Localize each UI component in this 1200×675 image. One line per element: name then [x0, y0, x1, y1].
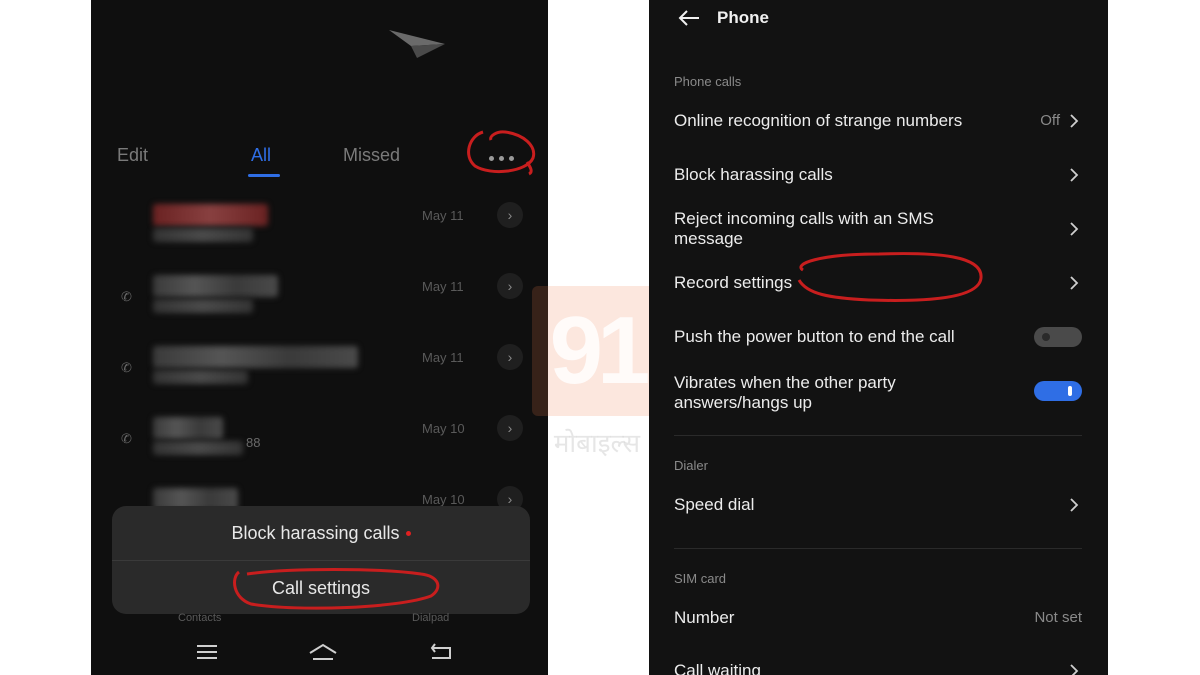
notification-dot [405, 530, 411, 536]
phone-icon: ✆ [121, 360, 132, 375]
setting-label: Record settings [674, 273, 793, 292]
site-logo-watermark: 91 [532, 286, 662, 416]
tab-missed[interactable]: Missed [343, 145, 400, 166]
call-row[interactable]: ✆ May 11 › [91, 267, 548, 327]
menu-item-label: Block harassing calls [231, 522, 400, 543]
home-icon[interactable] [307, 642, 339, 662]
setting-value: Off [1040, 112, 1060, 129]
section-header-sim-card: SIM card [674, 571, 727, 586]
edit-button[interactable]: Edit [117, 145, 148, 166]
phone-icon: ✆ [121, 289, 132, 304]
chevron-right-icon [1070, 168, 1079, 182]
setting-label: Call waiting [674, 661, 761, 675]
paper-plane-icon [389, 30, 445, 58]
setting-record-settings[interactable]: Record settings [649, 262, 1108, 306]
chevron-right-icon [1070, 276, 1079, 290]
tab-all[interactable]: All [251, 145, 271, 166]
active-tab-indicator [248, 174, 280, 177]
call-date: May 11 [422, 279, 464, 294]
bottom-tab-dialpad[interactable]: Dialpad [412, 612, 449, 624]
blurred-contact-number [153, 228, 253, 242]
call-details-chevron-icon[interactable]: › [497, 415, 523, 441]
menu-item-label: Call settings [271, 577, 371, 598]
setting-label: Push the power button to end the call [674, 327, 955, 346]
power-button-toggle[interactable] [1034, 327, 1082, 347]
call-row[interactable]: ✆ 88 May 10 › [91, 409, 548, 469]
call-date: May 10 [422, 492, 465, 507]
setting-value: Not set [1034, 609, 1082, 626]
back-nav-icon[interactable] [429, 642, 455, 662]
blurred-contact-name [153, 275, 278, 297]
chevron-right-icon [1070, 664, 1079, 675]
section-header-dialer: Dialer [674, 458, 708, 473]
call-log-tabs: Edit All Missed [91, 140, 548, 180]
chevron-right-icon [1070, 114, 1079, 128]
setting-label: Speed dial [674, 495, 755, 514]
setting-call-waiting[interactable]: Call waiting [649, 650, 1108, 675]
call-details-chevron-icon[interactable]: › [497, 273, 523, 299]
setting-label: Reject incoming calls with an SMS messag… [674, 209, 934, 248]
call-log-screen: Edit All Missed May 11 › ✆ May 11 › ✆ Ma… [91, 0, 548, 675]
logo-subtext: मोबाइल्स [553, 429, 641, 459]
menu-item-block-harassing-calls[interactable]: Block harassing calls [112, 506, 530, 560]
blurred-contact-name [153, 417, 223, 439]
setting-number[interactable]: Number Not set [649, 597, 1108, 641]
call-row[interactable]: ✆ May 11 › [91, 338, 548, 398]
number-suffix: 88 [246, 435, 261, 450]
more-options-icon[interactable] [484, 148, 518, 168]
setting-vibrates[interactable]: Vibrates when the other party answers/ha… [649, 370, 1108, 416]
call-details-chevron-icon[interactable]: › [497, 344, 523, 370]
chevron-right-icon [1070, 222, 1079, 236]
bottom-tab-contacts[interactable]: Contacts [178, 612, 221, 624]
call-details-chevron-icon[interactable]: › [497, 202, 523, 228]
settings-header: Phone [649, 0, 1108, 40]
logo-text: 91 [549, 297, 651, 404]
setting-label: Block harassing calls [674, 165, 833, 184]
setting-label: Vibrates when the other party answers/ha… [674, 373, 896, 412]
more-options-menu: Block harassing calls Call settings [112, 506, 530, 614]
setting-label: Number [674, 608, 735, 627]
menu-item-call-settings[interactable]: Call settings [112, 561, 530, 615]
setting-speed-dial[interactable]: Speed dial [649, 484, 1108, 528]
menu-icon[interactable] [194, 642, 220, 662]
section-divider [674, 548, 1082, 549]
setting-block-harassing-calls[interactable]: Block harassing calls [649, 154, 1108, 198]
blurred-contact-number [153, 370, 248, 384]
setting-label: Online recognition of strange numbers [674, 111, 963, 130]
blurred-contact-number [153, 441, 243, 455]
section-divider [674, 435, 1082, 436]
blurred-contact-name [153, 346, 358, 368]
setting-online-recognition[interactable]: Online recognition of strange numbers Of… [649, 100, 1108, 144]
blurred-contact-name [153, 204, 268, 226]
call-date: May 11 [422, 350, 464, 365]
call-row[interactable]: May 11 › [91, 196, 548, 256]
section-header-phone-calls: Phone calls [674, 74, 742, 89]
chevron-right-icon [1070, 498, 1079, 512]
phone-icon: ✆ [121, 431, 132, 446]
call-date: May 10 [422, 421, 465, 436]
page-title: Phone [717, 8, 769, 27]
navigation-bar [91, 636, 548, 675]
call-date: May 11 [422, 208, 464, 223]
vibrate-toggle[interactable] [1034, 381, 1082, 401]
back-arrow-icon[interactable] [677, 8, 701, 28]
blurred-contact-number [153, 299, 253, 313]
setting-power-button-end-call[interactable]: Push the power button to end the call [649, 316, 1108, 360]
setting-reject-sms[interactable]: Reject incoming calls with an SMS messag… [649, 206, 1108, 252]
phone-settings-screen: Phone Phone calls Online recognition of … [649, 0, 1108, 675]
